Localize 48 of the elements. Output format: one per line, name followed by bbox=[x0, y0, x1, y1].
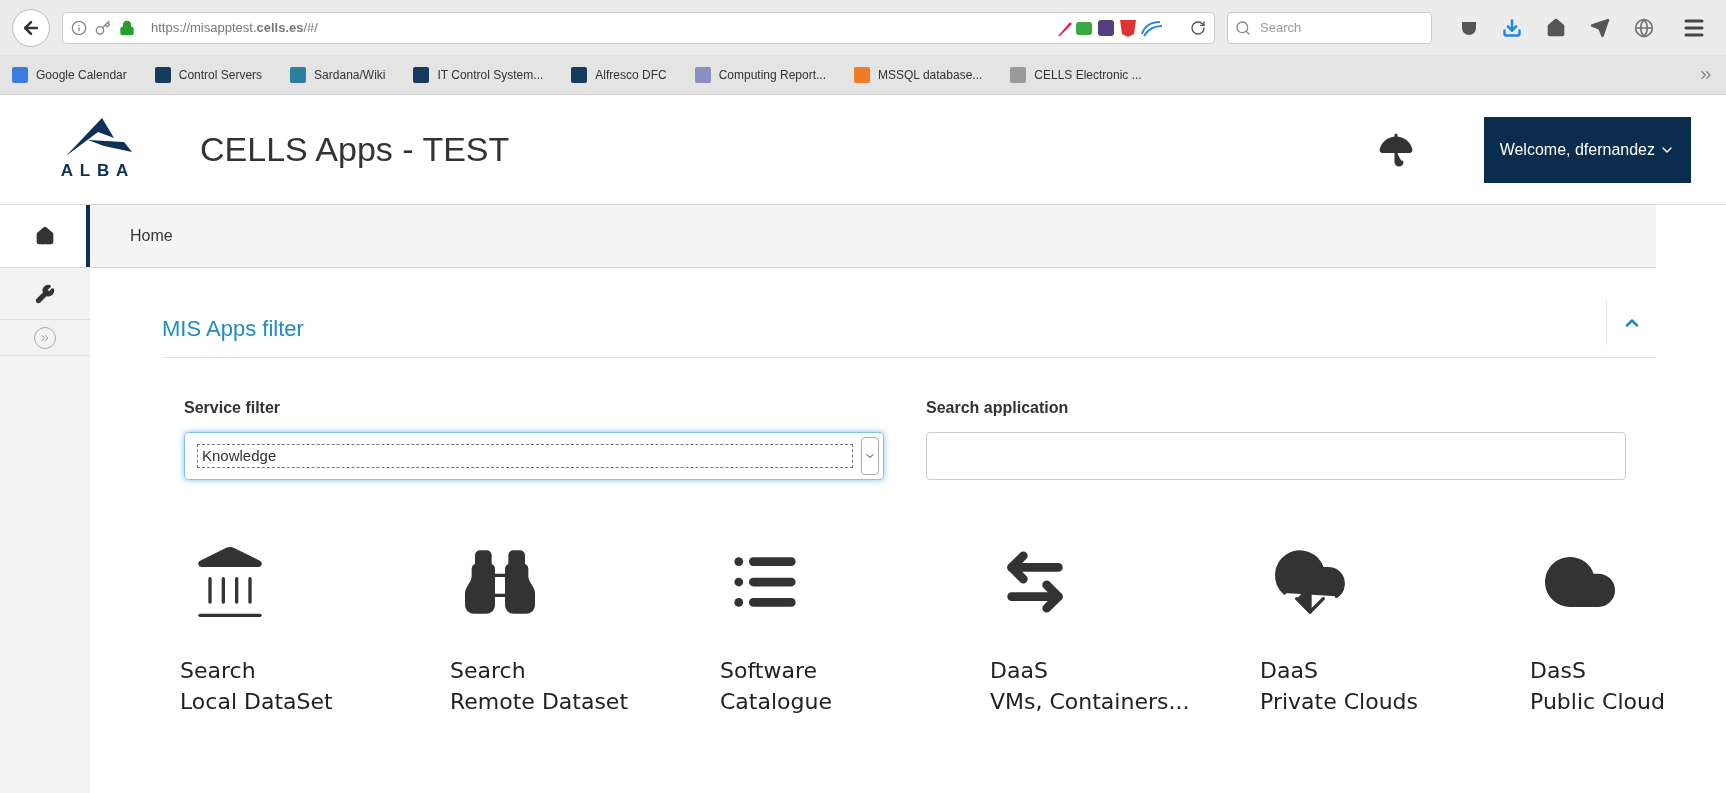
selection-notch bbox=[86, 205, 90, 267]
app-tile[interactable]: Search Local DataSet bbox=[180, 532, 450, 718]
lock-icon bbox=[119, 19, 135, 36]
app-title: CELLS Apps - TEST bbox=[200, 129, 510, 170]
home-icon bbox=[1546, 17, 1566, 38]
app-tile[interactable]: Software Catalogue bbox=[720, 532, 990, 718]
app-label: DasS Public Cloud bbox=[1530, 657, 1666, 716]
browser-search-field[interactable]: Search bbox=[1227, 11, 1432, 44]
field-label: Search application bbox=[926, 398, 1070, 418]
app-tile[interactable]: DaaS Private Clouds bbox=[1260, 532, 1530, 718]
breadcrumb-link[interactable]: Home bbox=[130, 224, 173, 248]
panel-title: MIS Apps filter bbox=[162, 315, 305, 343]
bookmark[interactable]: Alfresco DFC bbox=[571, 65, 667, 84]
reload-icon bbox=[1190, 19, 1206, 36]
bookmark[interactable]: MSSQL database... bbox=[854, 65, 983, 84]
app-tile[interactable]: DaaS VMs, Containers... bbox=[990, 532, 1260, 718]
dropdown-icon bbox=[861, 437, 879, 475]
app-label: Software Catalogue bbox=[720, 657, 833, 716]
bookmark[interactable]: CELLS Electronic ... bbox=[1010, 65, 1142, 84]
umbrella-icon bbox=[1377, 131, 1414, 168]
info-icon bbox=[71, 19, 87, 36]
app-tile[interactable]: DasS Public Cloud bbox=[1530, 532, 1726, 718]
service-filter-select[interactable]: Knowledge bbox=[184, 432, 884, 480]
bookmark[interactable]: IT Control System... bbox=[413, 65, 544, 84]
logo-text: ALBA bbox=[60, 159, 136, 182]
globe-icon bbox=[1634, 17, 1654, 38]
field-label: Service filter bbox=[184, 398, 282, 418]
wrench-icon bbox=[35, 283, 55, 304]
sidebar-item[interactable] bbox=[0, 205, 90, 268]
search-application-field[interactable] bbox=[926, 432, 1626, 480]
bookmark[interactable]: Control Servers bbox=[154, 65, 263, 84]
send-icon bbox=[1590, 17, 1610, 38]
app-label: DaaS VMs, Containers... bbox=[990, 657, 1191, 716]
key-icon bbox=[95, 19, 111, 36]
app-label: Search Local DataSet bbox=[180, 657, 334, 716]
back-button[interactable] bbox=[12, 8, 50, 47]
bookmark[interactable]: Sardana/Wiki bbox=[290, 65, 386, 84]
user-menu-button[interactable]: Welcome, dfernandez bbox=[1483, 116, 1691, 183]
app-label: Search Remote Dataset bbox=[450, 657, 630, 716]
bookmark[interactable]: Computing Report... bbox=[694, 65, 827, 84]
url-field[interactable]: https://misapptest.cells.es/#/ bbox=[62, 11, 1215, 44]
bookmark[interactable]: Google Calendar bbox=[12, 65, 127, 84]
home-icon bbox=[35, 226, 55, 246]
app-label: DaaS Private Clouds bbox=[1260, 657, 1419, 716]
app-tile[interactable]: Search Remote Dataset bbox=[450, 532, 720, 718]
search-icon bbox=[1235, 19, 1251, 36]
download-icon bbox=[1502, 17, 1522, 38]
url-text: https://misapptest.cells.es/#/ bbox=[151, 18, 318, 37]
